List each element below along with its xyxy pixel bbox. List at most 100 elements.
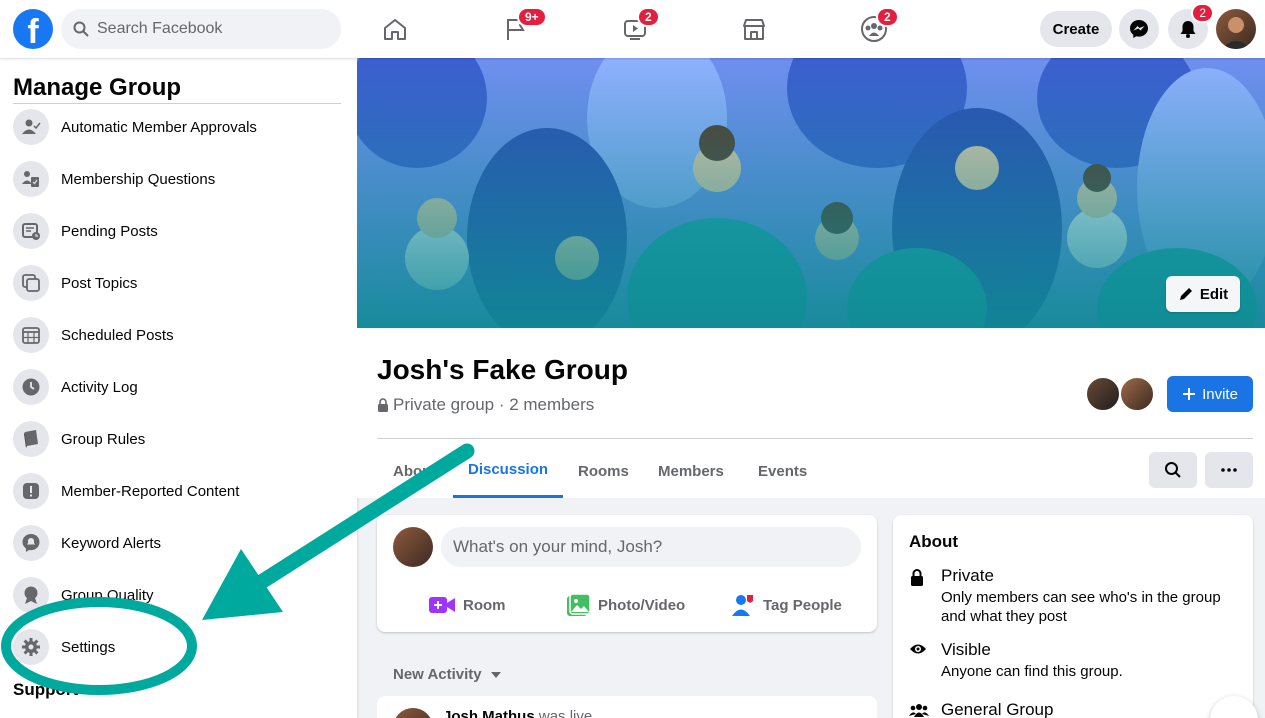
post-composer: Room Photo/Video Tag People [377, 515, 877, 632]
invite-button[interactable]: Invite [1167, 376, 1253, 412]
nav-home[interactable] [377, 12, 413, 46]
room-button[interactable]: Room [429, 587, 506, 623]
group-cover-photo [357, 58, 1265, 328]
top-navigation-bar: f 9+ 2 2 Create 2 [0, 0, 1265, 58]
sidebar-item-group-rules[interactable]: Group Rules [13, 417, 343, 461]
invite-label: Invite [1202, 385, 1238, 403]
sidebar-item-label: Group Rules [61, 430, 146, 448]
eye-icon [909, 642, 929, 681]
edit-cover-button[interactable]: Edit [1166, 276, 1240, 312]
room-label: Room [463, 596, 506, 614]
post-author-name[interactable]: Josh Mathus [443, 708, 535, 718]
facebook-logo[interactable]: f [13, 9, 53, 49]
sidebar-item-label: Post Topics [61, 274, 138, 292]
plus-icon [1183, 388, 1196, 400]
tab-members[interactable]: Members [658, 444, 724, 498]
search-box[interactable] [61, 9, 341, 49]
sidebar-item-label: Settings [61, 638, 116, 656]
gear-icon [13, 629, 49, 665]
lock-icon [909, 568, 929, 626]
badge-icon [13, 577, 49, 613]
feed-sort-label: New Activity [393, 666, 482, 683]
sidebar-item-label: Keyword Alerts [61, 534, 162, 552]
about-private: Private Only members can see who's in th… [909, 566, 1239, 626]
sidebar-item-membership-questions[interactable]: Membership Questions [13, 157, 343, 201]
sidebar-item-keyword-alerts[interactable]: Keyword Alerts [13, 521, 343, 565]
member-approval-icon [13, 109, 49, 145]
sidebar-item-scheduled-posts[interactable]: Scheduled Posts [13, 313, 343, 357]
messenger-icon [1130, 20, 1148, 38]
sidebar-item-label: Activity Log [61, 378, 138, 396]
sidebar-item-pending-posts[interactable]: Pending Posts [13, 209, 343, 253]
book-icon [13, 421, 49, 457]
about-private-title: Private [941, 566, 994, 585]
about-general-group: General Group [909, 700, 1239, 718]
account-avatar[interactable] [1216, 9, 1256, 49]
tab-rooms[interactable]: Rooms [578, 444, 629, 498]
about-visible-title: Visible [941, 640, 991, 659]
photo-icon [567, 593, 590, 616]
group-header: Josh's Fake Group Private group · 2 memb… [357, 328, 1265, 498]
create-button[interactable]: Create [1040, 11, 1112, 47]
sidebar-item-label: Scheduled Posts [61, 326, 174, 344]
sidebar-item-automatic-member-approvals[interactable]: Automatic Member Approvals [13, 105, 343, 149]
nav-groups[interactable]: 2 [856, 7, 899, 46]
tag-people-icon [732, 595, 753, 616]
nav-watch[interactable]: 2 [617, 7, 660, 46]
sidebar-item-label: Pending Posts [61, 222, 158, 240]
tag-people-button[interactable]: Tag People [731, 587, 842, 623]
photo-video-label: Photo/Video [598, 596, 686, 614]
pages-badge: 9+ [517, 7, 547, 27]
composer-avatar[interactable] [393, 527, 433, 567]
video-room-icon [429, 597, 455, 613]
tab-about[interactable]: About [393, 444, 436, 498]
sidebar-item-post-topics[interactable]: Post Topics [13, 261, 343, 305]
post-topics-icon [13, 265, 49, 301]
about-general-group-title: General Group [941, 700, 1054, 718]
tab-discussion[interactable]: Discussion [453, 444, 564, 498]
sidebar-item-group-quality[interactable]: Group Quality [13, 573, 343, 617]
member-avatar[interactable] [1119, 376, 1155, 412]
caret-down-icon [490, 671, 501, 678]
people-icon [909, 702, 929, 718]
group-search-button[interactable] [1149, 452, 1197, 488]
groups-badge: 2 [876, 7, 899, 27]
feed-post: Josh Mathus was live. [377, 696, 877, 718]
tab-events[interactable]: Events [758, 444, 807, 498]
sidebar-item-label: Membership Questions [61, 170, 216, 188]
nav-marketplace[interactable] [736, 12, 772, 46]
sidebar-item-member-reported-content[interactable]: Member-Reported Content [13, 469, 343, 513]
cover-illustration [357, 58, 1265, 328]
about-visible: Visible Anyone can find this group. [909, 640, 1239, 681]
sidebar-item-label: Group Quality [61, 586, 154, 604]
support-heading: Support [13, 680, 79, 699]
manage-group-sidebar: Manage Group Automatic Member Approvals … [0, 58, 357, 718]
photo-video-button[interactable]: Photo/Video [566, 587, 685, 623]
keyword-alert-icon [13, 525, 49, 561]
notifications-button[interactable]: 2 [1168, 3, 1214, 49]
post-author-avatar[interactable] [393, 708, 433, 718]
messenger-button[interactable] [1119, 9, 1159, 49]
marketplace-icon [743, 19, 765, 40]
home-icon [384, 19, 406, 40]
sidebar-divider [13, 103, 341, 104]
post-action-text: was live. [538, 708, 597, 718]
calendar-icon [13, 317, 49, 353]
more-options-button[interactable] [1205, 452, 1253, 488]
group-privacy-info[interactable]: Private group · 2 members [377, 395, 594, 415]
pencil-icon [1179, 288, 1192, 300]
feed-sort-dropdown[interactable]: New Activity [393, 666, 502, 683]
member-avatar[interactable] [1085, 376, 1121, 412]
membership-questions-icon [13, 161, 49, 197]
more-dots-icon [1221, 468, 1237, 472]
sidebar-item-settings[interactable]: Settings [13, 625, 343, 669]
sidebar-item-activity-log[interactable]: Activity Log [13, 365, 343, 409]
whats-on-your-mind-input[interactable] [441, 527, 861, 567]
nav-pages[interactable]: 9+ [497, 7, 547, 46]
search-icon [73, 21, 89, 37]
about-heading: About [909, 532, 959, 551]
search-input[interactable] [97, 20, 317, 38]
edit-label: Edit [1199, 285, 1229, 303]
notifications-badge: 2 [1191, 3, 1214, 23]
sidebar-title: Manage Group [13, 74, 182, 101]
